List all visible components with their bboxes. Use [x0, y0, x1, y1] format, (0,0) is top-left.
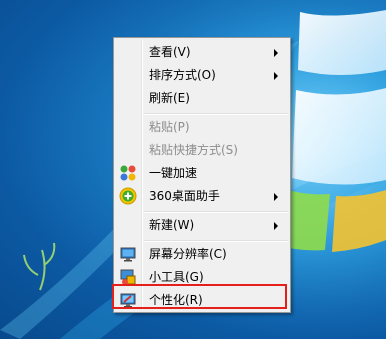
menu-item-label: 屏幕分辨率(C) [149, 247, 227, 261]
menu-item-label: 个性化(R) [149, 293, 203, 307]
menu-item-360-desktop-assistant[interactable]: 360桌面助手 [116, 185, 288, 207]
menu-item-label: 小工具(G) [149, 270, 204, 284]
desktop-context-menu: 查看(V) 排序方式(O) 刷新(E) 粘贴(P) 粘贴快捷方式(S) 一键加速… [113, 37, 291, 313]
gadgets-icon [120, 269, 136, 285]
menu-item-label: 新建(W) [149, 218, 195, 232]
windows-logo-yellow-pane [332, 190, 386, 252]
menu-item-gadgets[interactable]: 小工具(G) [116, 266, 288, 288]
menu-item-view[interactable]: 查看(V) [116, 41, 288, 63]
menu-item-paste[interactable]: 粘贴(P) [116, 116, 288, 138]
submenu-arrow-icon [274, 222, 278, 230]
menu-separator [144, 113, 288, 115]
menu-item-refresh[interactable]: 刷新(E) [116, 87, 288, 109]
submenu-arrow-icon [274, 49, 278, 57]
360-desktop-icon [119, 187, 137, 205]
menu-item-label: 360桌面助手 [149, 189, 220, 203]
submenu-arrow-icon [274, 193, 278, 201]
menu-item-label: 粘贴快捷方式(S) [149, 143, 238, 157]
monitor-icon [120, 247, 136, 262]
menu-item-new[interactable]: 新建(W) [116, 214, 288, 236]
submenu-arrow-icon [274, 72, 278, 80]
menu-item-screen-resolution[interactable]: 屏幕分辨率(C) [116, 243, 288, 265]
windows-logo-right-pane [292, 88, 386, 185]
menu-item-sort-by[interactable]: 排序方式(O) [116, 64, 288, 86]
menu-item-personalize[interactable]: 个性化(R) [116, 289, 288, 311]
desktop[interactable]: 查看(V) 排序方式(O) 刷新(E) 粘贴(P) 粘贴快捷方式(S) 一键加速… [0, 0, 386, 339]
menu-item-label: 一键加速 [149, 166, 198, 180]
windows-logo-top-pane [298, 10, 386, 75]
personalize-icon [120, 293, 136, 308]
menu-item-label: 查看(V) [149, 45, 191, 59]
menu-separator [144, 240, 288, 242]
menu-item-label: 刷新(E) [149, 91, 190, 105]
menu-item-label: 排序方式(O) [149, 68, 216, 82]
menu-item-label: 粘贴(P) [149, 120, 190, 134]
menu-item-paste-shortcut[interactable]: 粘贴快捷方式(S) [116, 139, 288, 161]
menu-item-speedup[interactable]: 一键加速 [116, 162, 288, 184]
speedup-icon [120, 165, 136, 181]
menu-separator [144, 211, 288, 213]
